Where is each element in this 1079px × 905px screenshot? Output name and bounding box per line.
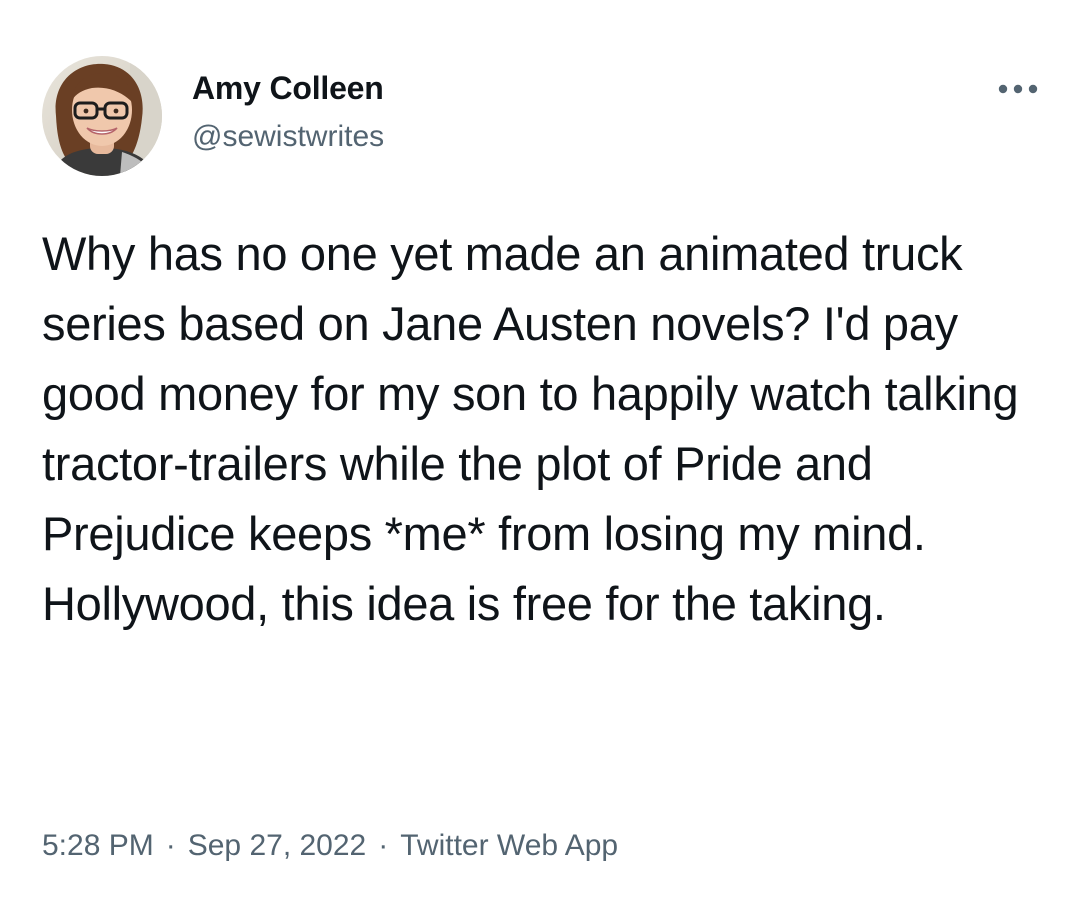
tweet-time[interactable]: 5:28 PM (42, 826, 154, 866)
author-display-name[interactable]: Amy Colleen (192, 68, 384, 108)
more-dots-icon (998, 84, 1038, 94)
tweet-text: Why has no one yet made an animated truc… (42, 227, 1019, 630)
more-options-button[interactable] (992, 72, 1044, 106)
tweet-card: Amy Colleen @sewistwrites Why has no one… (0, 0, 1079, 905)
profile-photo-icon (42, 56, 162, 176)
author-handle[interactable]: @sewistwrites (192, 118, 384, 156)
meta-separator: · (378, 829, 389, 862)
tweet-metadata: 5:28 PM · Sep 27, 2022 · Twitter Web App (42, 826, 618, 866)
avatar[interactable] (42, 56, 162, 176)
tweet-source-link[interactable]: Twitter Web App (400, 826, 618, 866)
tweet-date[interactable]: Sep 27, 2022 (188, 826, 367, 866)
meta-separator: · (165, 829, 176, 862)
